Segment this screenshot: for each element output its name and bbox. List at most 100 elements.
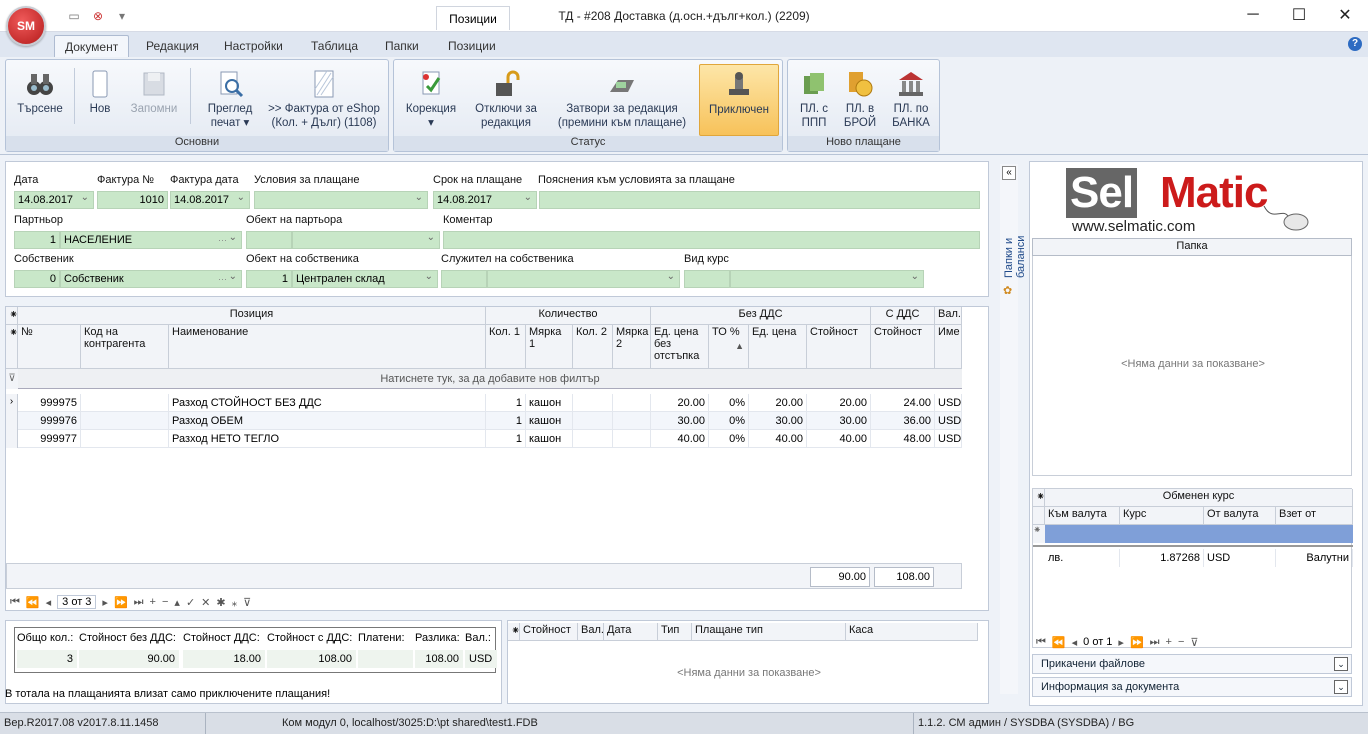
cell-name[interactable]: Разход ОБЕМ	[169, 412, 486, 430]
nav-next-page-icon[interactable]: ⏩	[114, 596, 128, 609]
nav-refresh-icon[interactable]: ✱	[216, 596, 225, 609]
payments-column-chooser[interactable]: ⁕	[508, 623, 520, 641]
close-doc-icon[interactable]: ⊗	[88, 7, 108, 25]
table-row[interactable]: 999976 Разход ОБЕМ 1 кашон 30.00 0% 30.00 30.00…	[6, 412, 962, 430]
col-partner-code[interactable]: Код на контрагента	[81, 325, 169, 369]
cell-m1[interactable]: кашон	[526, 412, 573, 430]
close-for-edit-button[interactable]: Затвори за редакция (премини към плащане)	[550, 64, 694, 136]
cell-name[interactable]: Разход НЕТО ТЕГЛО	[169, 430, 486, 448]
owner-object-name-field[interactable]: Централен склад	[292, 270, 438, 288]
invoice-date-field[interactable]: 14.08.2017	[170, 191, 250, 209]
partner-object-name-field[interactable]	[292, 231, 440, 249]
cell-price[interactable]: 20.00	[749, 394, 807, 412]
tab-table[interactable]: Таблица	[301, 35, 368, 57]
cell-price[interactable]: 40.00	[749, 430, 807, 448]
rate-value[interactable]: 1.87268	[1120, 549, 1204, 567]
owner-object-code-field[interactable]: 1	[246, 270, 292, 288]
col-discount[interactable]: ТО % ▲	[709, 325, 749, 369]
employee-code-field[interactable]	[441, 270, 487, 288]
payments-col[interactable]: Вал.	[578, 623, 604, 641]
print-preview-button[interactable]: Преглед печат ▾	[196, 64, 264, 136]
cell-price0[interactable]: 20.00	[651, 394, 709, 412]
cell-m2[interactable]	[613, 394, 651, 412]
payments-col[interactable]: Дата	[604, 623, 658, 641]
maximize-button[interactable]: ☐	[1276, 0, 1322, 30]
col-qty2[interactable]: Кол. 2	[573, 325, 613, 369]
owner-name-field[interactable]: Собственик	[60, 270, 242, 288]
col-no[interactable]: №	[18, 325, 81, 369]
folders-balances-tab[interactable]: Папки и баланси	[1003, 194, 1027, 278]
rate-type-name-field[interactable]	[730, 270, 924, 288]
comment-field[interactable]	[443, 231, 980, 249]
partner-object-code-field[interactable]	[246, 231, 292, 249]
nav-add-icon[interactable]: +	[150, 596, 156, 608]
cell-value[interactable]: 20.00	[807, 394, 871, 412]
rate-nav-prev-icon[interactable]: ◂	[1072, 636, 1078, 649]
rate-col-rate[interactable]: Курс	[1120, 507, 1204, 525]
nav-bookmark-icon[interactable]: ⁎	[232, 596, 238, 609]
rate-nav-filter-icon[interactable]: ⊽	[1190, 636, 1198, 649]
col-price[interactable]: Ед. цена	[749, 325, 807, 369]
col-price-before-discount[interactable]: Ед. цена без отстъпка	[651, 325, 709, 369]
pay-ppp-button[interactable]: ПЛ. с ППП	[792, 64, 836, 136]
cell-m1[interactable]: кашон	[526, 394, 573, 412]
rate-nav-next-icon[interactable]: ▸	[1118, 636, 1124, 649]
filter-icon[interactable]: ⊽	[6, 369, 18, 389]
save-button[interactable]: Запомни	[124, 64, 184, 136]
nav-next-icon[interactable]: ▸	[102, 596, 108, 609]
cell-disc[interactable]: 0%	[709, 394, 749, 412]
nav-delete-icon[interactable]: −	[162, 596, 168, 608]
save-icon[interactable]: ▭	[64, 7, 84, 25]
cell-code[interactable]	[81, 394, 169, 412]
partner-code-field[interactable]: 1	[14, 231, 60, 249]
minimize-button[interactable]: ─	[1230, 0, 1276, 30]
cell-disc[interactable]: 0%	[709, 430, 749, 448]
add-filter-row[interactable]: Натиснете тук, за да добавите нов филтър	[18, 369, 962, 389]
col-unit2[interactable]: Мярка 2	[613, 325, 651, 369]
tab-settings[interactable]: Настройки	[214, 35, 293, 57]
completed-button[interactable]: Приключен	[699, 64, 779, 136]
rate-type-code-field[interactable]	[684, 270, 730, 288]
tab-folders[interactable]: Папки	[375, 35, 429, 57]
attached-files-expander[interactable]: Прикачени файлове ⌄	[1032, 654, 1352, 674]
app-logo-button[interactable]: SM	[6, 6, 46, 46]
rate-nav-add-icon[interactable]: +	[1166, 636, 1172, 648]
cell-name[interactable]: Разход СТОЙНОСТ БЕЗ ДДС	[169, 394, 486, 412]
correction-button[interactable]: Корекция ▾	[400, 64, 462, 136]
eshop-invoice-button[interactable]: >> Фактура от eShop (Кол. + Дълг) (1108)	[264, 64, 384, 136]
nav-confirm-icon[interactable]: ✓	[186, 596, 195, 609]
rate-nav-delete-icon[interactable]: −	[1178, 636, 1184, 648]
tab-edit[interactable]: Редакция	[136, 35, 209, 57]
nav-cancel-icon[interactable]: ✕	[201, 596, 210, 609]
date-field[interactable]: 14.08.2017	[14, 191, 94, 209]
nav-up-icon[interactable]: ▴	[174, 596, 180, 609]
pay-bank-button[interactable]: ПЛ. по БАНКА	[886, 64, 936, 136]
col-currency-name[interactable]: Име	[935, 325, 962, 369]
rate-source-value[interactable]: Валутни	[1276, 549, 1353, 567]
collapse-left-icon[interactable]: «	[1002, 166, 1016, 180]
partner-name-field[interactable]: НАСЕЛЕНИЕ	[60, 231, 242, 249]
column-chooser-icon[interactable]: ⁕	[6, 325, 18, 369]
nav-prev-page-icon[interactable]: ⏪	[26, 596, 40, 609]
rate-nav-last-icon[interactable]: ⏭	[1150, 636, 1160, 649]
cell-no[interactable]: 999975	[18, 394, 81, 412]
cell-vat_value[interactable]: 48.00	[871, 430, 935, 448]
rate-col-to[interactable]: Към валута	[1045, 507, 1120, 525]
col-name[interactable]: Наименование	[169, 325, 486, 369]
expand-icon[interactable]: ⌄	[1334, 657, 1348, 671]
pay-terms-field[interactable]	[254, 191, 428, 209]
cell-disc[interactable]: 0%	[709, 412, 749, 430]
cell-q1[interactable]: 1	[486, 430, 526, 448]
payments-col[interactable]: Тип	[658, 623, 692, 641]
row-indicator[interactable]: ›	[6, 394, 18, 412]
cell-vat_value[interactable]: 36.00	[871, 412, 935, 430]
col-value[interactable]: Стойност	[807, 325, 871, 369]
cell-vat_value[interactable]: 24.00	[871, 394, 935, 412]
nav-filter-icon[interactable]: ⊽	[243, 596, 251, 609]
help-icon[interactable]: ?	[1348, 37, 1362, 51]
rate-nav-prev-page-icon[interactable]: ⏪	[1052, 636, 1066, 649]
tab-document[interactable]: Документ	[54, 35, 130, 57]
folder-header[interactable]: Папка	[1032, 238, 1352, 256]
cell-cur[interactable]: USD	[935, 412, 962, 430]
cell-m2[interactable]	[613, 412, 651, 430]
